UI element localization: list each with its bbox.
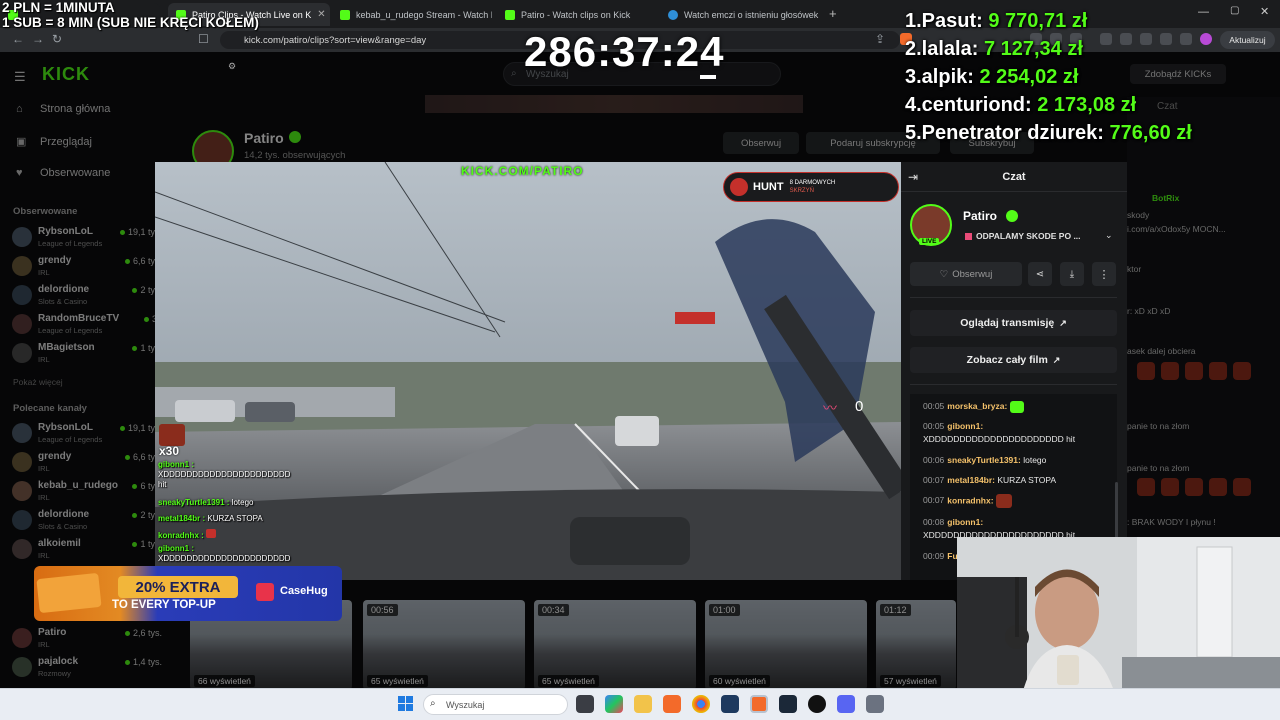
more-options-icon[interactable]: ⋮ [1092,262,1116,286]
pulse-icon: 〰 [823,400,837,416]
back-icon[interactable]: ← [12,32,24,46]
site-info-icon[interactable]: ⚙ [228,61,236,72]
minimize-icon[interactable]: — [1198,6,1209,18]
casehug-brand: CaseHug [280,585,328,597]
emote-multiplier: x30 [159,444,180,458]
tab-label: kebab_u_rudego Stream - Watch Live [356,9,492,20]
watch-full-video-button[interactable]: Zobacz cały film ↗ [910,347,1117,373]
bookmark-icon[interactable]: ☐ [198,32,209,46]
leaderboard-entry: 4.centuriond: 2 173,08 zł [905,94,1137,116]
rule-line: 2 PLN = 1MINUTA [2,0,115,15]
emote-image [995,494,1012,508]
panel-title: Czat [1002,171,1026,183]
live-badge: LIVE [919,238,940,245]
close-tab-icon[interactable]: ✕ [317,9,325,20]
hunt-logo-icon [730,178,748,196]
heart-icon: ♡ [939,268,949,280]
timer-underscore [700,75,716,79]
new-tab-icon[interactable]: + [829,6,837,21]
brave-browser-icon[interactable] [663,695,681,713]
leaderboard-entry: 5.Penetrator dziurek: 776,60 zł [905,122,1192,144]
calculator-icon[interactable] [866,695,884,713]
update-button[interactable]: Aktualizuj [1220,31,1275,49]
case-box-icon [36,572,102,614]
download-icon[interactable]: ⤓ [1060,262,1084,286]
chat-message: 00:06 sneakyTurtle1391: lotego [923,455,1047,465]
streamable-favicon-icon [668,9,678,20]
subathon-timer: 286:37:24 [524,28,725,75]
tab-label: Watch emczi o istnieniu głosówek | St [684,9,820,20]
kick-watermark: KICK.COM/PATIRO [461,164,584,178]
external-link-icon: ↗ [1059,317,1067,328]
maximize-icon[interactable]: ▢ [1230,5,1239,16]
follow-label: Obserwuj [952,268,993,280]
browser-tab[interactable]: Patiro - Watch clips on Kick [497,3,657,26]
leaderboard-entry: 2.lalala: 7 127,34 zł [905,38,1083,60]
category-icon [965,233,972,240]
chat-message: 00:07 metal184br: KURZA STOPA [923,475,1057,485]
obs-icon[interactable] [808,695,826,713]
follow-button[interactable]: ♡ Obserwuj [910,262,1022,286]
taskbar-search-input[interactable]: Wyszukaj [423,694,568,715]
emote-image [1009,400,1024,413]
reload-icon[interactable]: ↻ [52,32,62,46]
copilot-icon[interactable] [605,695,623,713]
donation-rules-overlay: 2 PLN = 1MINUTA 1 SUB = 8 MIN (SUB NIE K… [2,0,259,30]
chrome-icon[interactable] [692,695,710,713]
stream-title: ODPALAMY SKODE PO ... [976,231,1081,241]
forward-icon[interactable]: → [32,32,44,46]
close-window-icon[interactable]: ✕ [1260,5,1269,18]
kick-favicon-icon [505,9,515,20]
casehug-logo-icon [256,583,274,601]
tab-label: Patiro - Watch clips on Kick [521,9,631,20]
search-icon: ⌕ [430,698,436,709]
hunt-promo-text: 8 DARMOWYCH SKRZYŃ [789,180,836,194]
file-explorer-icon[interactable] [634,695,652,713]
kick-favicon-icon [340,9,350,20]
verified-badge-icon [1006,210,1018,222]
leaderboard-entry: 3.alpik: 2 254,02 zł [905,66,1079,88]
browser-tab[interactable]: kebab_u_rudego Stream - Watch Live [332,3,492,26]
divider [910,297,1117,298]
chat-message: 00:05 gibonn1: XDDDDDDDDDDDDDDDDDDDDDD hit [923,421,1076,444]
chevron-down-icon[interactable]: ⌄ [1105,230,1113,241]
overlay-chat-message: konradnhx : [158,529,272,541]
divider [901,191,1127,192]
casehug-headline: 20% EXTRA [118,576,238,598]
casehug-subline: TO EVERY TOP-UP [112,599,216,611]
start-button-icon[interactable] [398,696,413,711]
chat-message: 00:05 morska_bryza: [923,400,1118,413]
brave-active-icon[interactable] [750,695,768,713]
leaderboard-entry: 1.Pasut: 9 770,71 zł [905,10,1088,32]
steam-icon[interactable] [779,695,797,713]
hunt-ad-badge[interactable]: HUNT 8 DARMOWYCH SKRZYŃ [723,172,899,202]
discord-icon[interactable] [837,695,855,713]
hunt-label: HUNT [753,181,784,193]
task-view-icon[interactable] [576,695,594,713]
channel-name[interactable]: Patiro [963,209,997,223]
chat-message: 00:07 konradnhx: [923,494,1118,508]
share-page-icon[interactable]: ⇪ [875,32,885,46]
divider [910,384,1117,385]
overlay-chat-message: gibonn1 : XDDDDDDDDDDDDDDDDDDDDDD hit [158,460,291,489]
emote-image [159,424,185,446]
overlay-chat-message: gibonn1 : XDDDDDDDDDDDDDDDDDDDDDD [158,544,291,563]
pulse-counter: 0 [855,398,864,415]
overlay-chat-message: sneakyTurtle1391 : lotego [158,498,254,507]
donation-leaderboard: 1.Pasut: 9 770,71 zł 2.lalala: 7 127,34 … [905,7,1192,147]
watch-stream-button[interactable]: Oglądaj transmisję ↗ [910,310,1117,336]
overlay-chat-message: metal184br : KURZA STOPA [158,514,263,523]
browser-tab[interactable]: Watch emczi o istnieniu głosówek | St [660,3,820,26]
desktop: KICK ☰ Wyszukaj ⌕ ⌂ Strona główna ▣ Przegl… [0,0,1280,720]
store-icon[interactable] [721,695,739,713]
profile-icon[interactable] [1200,33,1212,45]
external-link-icon: ↗ [1052,354,1061,365]
share-icon[interactable]: ⋖ [1028,262,1052,286]
casehug-ad-banner[interactable]: 20% EXTRA TO EVERY TOP-UP CaseHug [34,566,342,621]
rule-line: 1 SUB = 8 MIN (SUB NIE KRĘCI KOŁEM) [2,15,259,30]
